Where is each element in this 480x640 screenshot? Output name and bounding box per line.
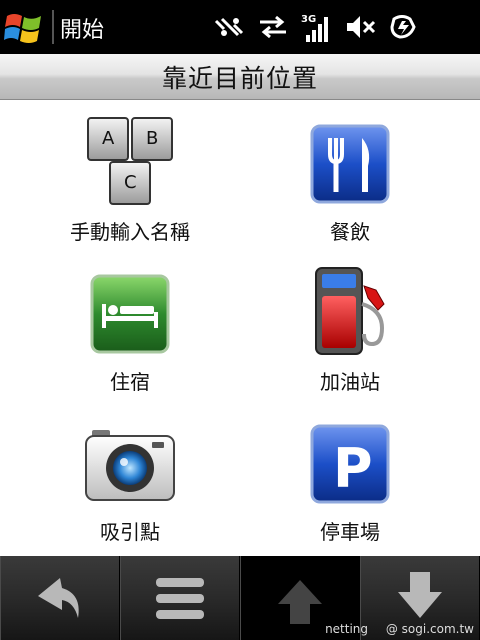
fuel-pump-icon: [315, 267, 385, 355]
abc-keys-icon: A B C: [87, 117, 173, 205]
fork-knife-icon: [310, 124, 390, 204]
category-grid: A B C 手動輸入名稱 餐飲 住宿 加油站 吸引點 P 停車場: [0, 100, 480, 556]
status-icons[interactable]: 3G: [212, 10, 422, 44]
category-manual-entry[interactable]: A B C 手動輸入名稱: [10, 100, 250, 250]
menu-icon: [156, 578, 204, 619]
connectivity-off-icon: [214, 17, 244, 37]
bed-icon: [90, 274, 170, 354]
watermark-right: @ sogi.com.tw: [385, 622, 474, 636]
windows-logo-icon[interactable]: [4, 8, 44, 46]
title-bar: 靠近目前位置: [0, 54, 480, 100]
watermark-left: netting: [325, 622, 369, 636]
parking-icon: P: [310, 424, 390, 504]
category-label: 加油站: [320, 370, 380, 394]
category-label: 住宿: [110, 370, 150, 394]
scroll-up-icon: [278, 580, 322, 624]
bottom-toolbar: netting @ sogi.com.tw: [0, 556, 480, 640]
category-label: 吸引點: [100, 520, 160, 544]
category-lodging[interactable]: 住宿: [10, 250, 250, 400]
category-attractions[interactable]: 吸引點: [10, 400, 250, 550]
menu-button[interactable]: [120, 556, 240, 640]
parking-letter: P: [333, 437, 373, 500]
key-b-label: B: [146, 128, 158, 149]
battery-charging-icon: [390, 15, 416, 39]
category-gas-station[interactable]: 加油站: [230, 250, 470, 400]
data-transfer-icon: [260, 15, 286, 39]
volume-mute-icon: [347, 16, 376, 38]
key-a-label: A: [102, 128, 115, 149]
category-parking[interactable]: P 停車場: [230, 400, 470, 550]
category-label: 停車場: [320, 520, 380, 544]
category-dining[interactable]: 餐飲: [230, 100, 470, 250]
back-arrow-icon: [38, 578, 79, 618]
back-button[interactable]: [0, 556, 120, 640]
status-bar: 開始 3G: [0, 0, 480, 54]
category-label: 手動輸入名稱: [70, 220, 190, 244]
category-label: 餐飲: [330, 220, 370, 244]
page-title: 靠近目前位置: [161, 63, 318, 93]
watermark: netting @ sogi.com.tw: [325, 622, 474, 636]
key-c-label: C: [124, 172, 137, 193]
network-type-label: 3G: [301, 14, 316, 25]
camera-icon: [85, 430, 175, 501]
start-label[interactable]: 開始: [60, 12, 104, 44]
status-divider: [52, 10, 54, 44]
signal-3g-icon: 3G: [301, 14, 328, 42]
scroll-down-icon: [398, 572, 442, 618]
